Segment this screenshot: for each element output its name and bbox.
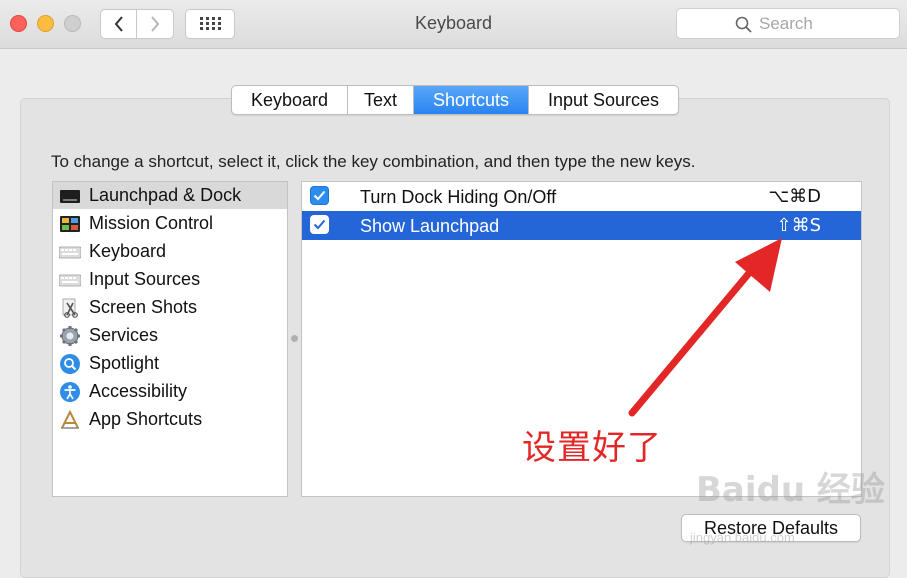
watermark: Baidu 经验 xyxy=(696,470,885,510)
services-gear-icon xyxy=(60,326,80,346)
category-item-spotlight[interactable]: Spotlight xyxy=(53,350,287,377)
keyboard-icon xyxy=(59,246,81,259)
tab-text[interactable]: Text xyxy=(348,86,414,114)
category-label: Accessibility xyxy=(89,381,188,401)
split-view-handle[interactable] xyxy=(291,335,298,342)
search-input[interactable] xyxy=(759,14,889,34)
category-label: Spotlight xyxy=(89,353,160,373)
search-icon xyxy=(735,16,752,33)
screen-shots-icon xyxy=(62,298,78,318)
spotlight-icon xyxy=(60,354,80,374)
shortcut-row-turn-dock-hiding[interactable]: Turn Dock Hiding On/Off ⌥⌘D xyxy=(302,182,861,211)
checkmark-icon xyxy=(313,219,326,230)
category-item-input-sources[interactable]: Input Sources xyxy=(53,266,287,293)
category-item-accessibility[interactable]: Accessibility xyxy=(53,378,287,405)
tab-input-sources[interactable]: Input Sources xyxy=(529,86,678,114)
category-label: Input Sources xyxy=(89,269,201,289)
watermark-url: jingyan.baidu.com xyxy=(690,530,795,545)
mission-control-icon xyxy=(60,216,80,232)
shortcut-checkbox[interactable] xyxy=(310,215,329,234)
category-item-keyboard[interactable]: Keyboard xyxy=(53,238,287,265)
tab-keyboard[interactable]: Keyboard xyxy=(232,86,348,114)
shortcut-label: Show Launchpad xyxy=(360,216,500,236)
category-label: Mission Control xyxy=(89,213,214,233)
tab-bar: Keyboard Text Shortcuts Input Sources xyxy=(231,85,679,115)
category-item-app-shortcuts[interactable]: App Shortcuts xyxy=(53,406,287,433)
launchpad-dock-icon xyxy=(60,190,80,203)
title-bar: Keyboard xyxy=(0,0,907,49)
instructions-text: To change a shortcut, select it, click t… xyxy=(51,152,696,171)
category-item-mission-control[interactable]: Mission Control xyxy=(53,210,287,237)
accessibility-icon xyxy=(60,382,80,402)
app-shortcuts-icon xyxy=(61,409,79,429)
shortcut-checkbox[interactable] xyxy=(310,186,329,205)
category-label: App Shortcuts xyxy=(89,409,203,429)
category-label: Services xyxy=(89,325,159,345)
shortcut-label: Turn Dock Hiding On/Off xyxy=(360,187,557,207)
checkmark-icon xyxy=(313,190,326,201)
category-label: Launchpad & Dock xyxy=(89,185,242,205)
annotation-text: 设置好了 xyxy=(522,428,662,468)
shortcut-keys[interactable]: ⌥⌘D xyxy=(768,186,821,207)
category-item-screen-shots[interactable]: Screen Shots xyxy=(53,294,287,321)
annotation-arrow xyxy=(628,238,782,417)
category-item-services[interactable]: Services xyxy=(53,322,287,349)
tab-shortcuts[interactable]: Shortcuts xyxy=(414,86,529,114)
category-list[interactable]: Launchpad & Dock Mission Control Keyboar… xyxy=(52,181,288,497)
category-label: Keyboard xyxy=(89,241,167,261)
input-sources-icon xyxy=(59,274,81,287)
category-item-launchpad-dock[interactable]: Launchpad & Dock xyxy=(53,182,287,209)
search-field[interactable] xyxy=(676,8,900,39)
category-label: Screen Shots xyxy=(89,297,198,317)
